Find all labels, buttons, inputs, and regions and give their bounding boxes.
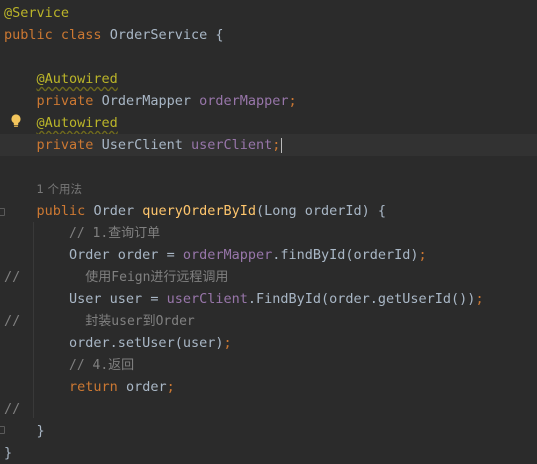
code-line-16[interactable]: order.setUser(user); <box>0 332 537 354</box>
return-value: order <box>117 379 167 395</box>
code-line-2[interactable]: public class OrderService { <box>0 24 537 46</box>
semicolon: ; <box>166 379 175 395</box>
annotation-autowired: @Autowired <box>36 115 118 131</box>
annotation-service: @Service <box>4 5 70 21</box>
semicolon: ; <box>272 137 281 153</box>
method-params: (Long orderId) { <box>256 203 387 219</box>
method-call: order.setUser(user) <box>69 335 224 351</box>
keyword-class: class <box>60 27 102 43</box>
method-call: .FindById(order.getUserId()) <box>247 291 476 307</box>
keyword-public: public <box>4 27 53 43</box>
code-comment: 使用Feign进行远程调用 <box>85 270 229 285</box>
line-comment-prefix: // <box>4 269 21 285</box>
close-brace: } <box>36 423 45 439</box>
code-line-6[interactable]: @Autowired <box>0 112 537 134</box>
method-call: .findById(orderId) <box>272 247 419 263</box>
code-comment: // 1.查询订单 <box>69 226 161 241</box>
keyword-public: public <box>36 203 86 219</box>
semicolon: ; <box>223 335 232 351</box>
line-comment-prefix: // <box>4 313 21 329</box>
line-comment-prefix: // <box>4 401 21 417</box>
field-ref: userClient <box>166 291 248 307</box>
code-line-5[interactable]: private OrderMapper orderMapper; <box>0 90 537 112</box>
annotation-autowired: @Autowired <box>36 71 118 87</box>
code-line-14[interactable]: User user = userClient.FindById(order.ge… <box>0 288 537 310</box>
code-line-21[interactable]: } <box>0 442 537 464</box>
field-name: orderMapper <box>199 93 289 109</box>
lightbulb-icon[interactable] <box>9 113 23 129</box>
code-editor[interactable]: @Service public class OrderService { @Au… <box>0 0 537 464</box>
type-name: OrderMapper <box>101 93 191 109</box>
code-line-12[interactable]: Order order = orderMapper.findById(order… <box>0 244 537 266</box>
keyword-return: return <box>69 379 118 395</box>
semicolon: ; <box>288 93 297 109</box>
semicolon: ; <box>475 291 484 307</box>
code-line-15[interactable]: // 封装user到Order <box>0 310 537 332</box>
code-line-13[interactable]: // 使用Feign进行远程调用 <box>0 266 537 288</box>
open-brace: { <box>207 27 224 43</box>
class-name: OrderService <box>109 27 208 43</box>
code-line-17[interactable]: // 4.返回 <box>0 354 537 376</box>
usage-hint[interactable]: 1 个用法 <box>37 182 82 196</box>
type-name: Order <box>69 247 110 263</box>
close-brace: } <box>4 445 13 461</box>
variable-assign: user = <box>101 291 167 307</box>
code-line-20[interactable]: } <box>0 420 537 442</box>
type-name: UserClient <box>101 137 183 153</box>
return-type: Order <box>93 203 135 219</box>
method-name: queryOrderById <box>142 203 257 219</box>
semicolon: ; <box>418 247 427 263</box>
field-ref: orderMapper <box>182 247 273 263</box>
text-caret <box>281 137 283 153</box>
code-comment: // 4.返回 <box>69 358 135 373</box>
keyword-private: private <box>36 137 94 153</box>
variable-assign: order = <box>109 247 183 263</box>
code-line-18[interactable]: return order; <box>0 376 537 398</box>
code-line-7[interactable]: private UserClient userClient; <box>0 134 537 156</box>
code-comment: 封装user到Order <box>85 314 195 329</box>
field-name: userClient <box>190 137 273 153</box>
keyword-private: private <box>36 93 94 109</box>
code-line-11[interactable]: // 1.查询订单 <box>0 222 537 244</box>
code-line-9[interactable]: 1 个用法 <box>0 178 537 200</box>
code-line-10[interactable]: public Order queryOrderById(Long orderId… <box>0 200 537 222</box>
type-name: User <box>69 291 102 307</box>
code-line-1[interactable]: @Service <box>0 2 537 24</box>
code-line-19[interactable]: // <box>0 398 537 420</box>
code-line-4[interactable]: @Autowired <box>0 68 537 90</box>
